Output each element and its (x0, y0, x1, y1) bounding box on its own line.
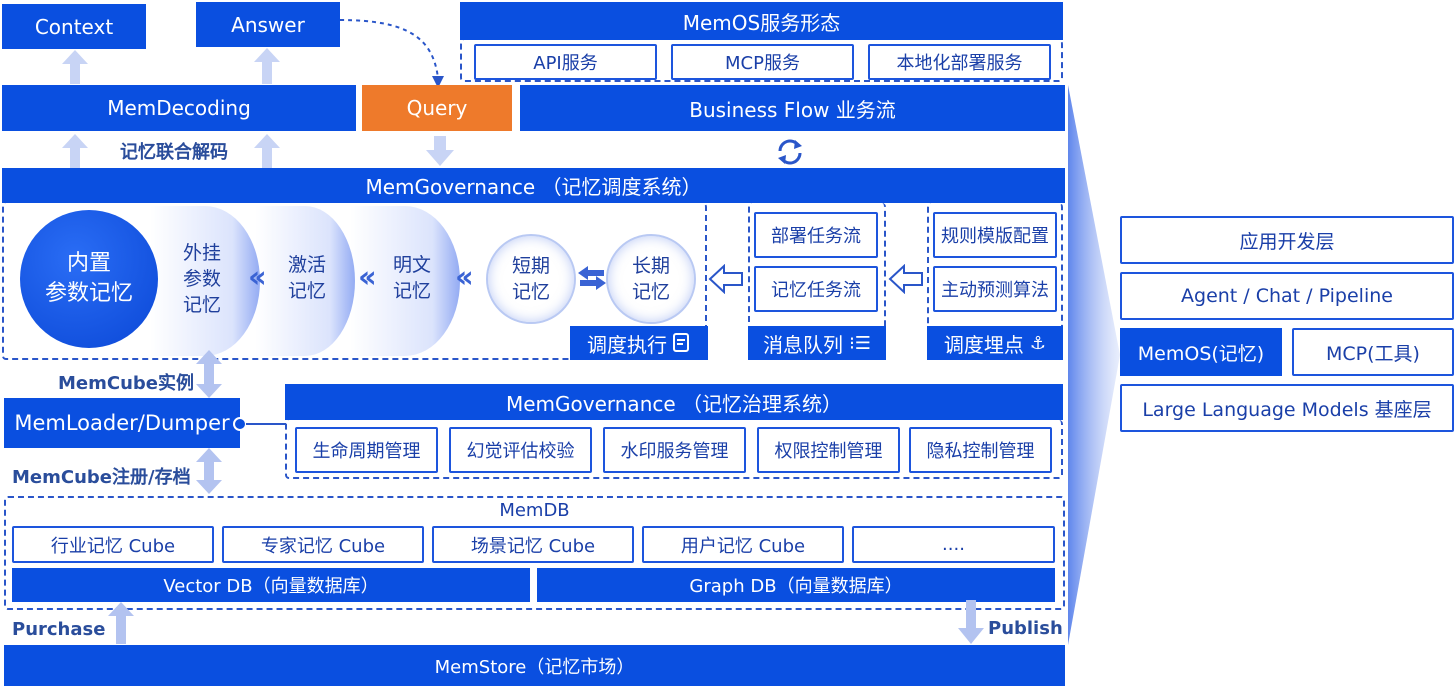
chevron-left-icon: ‹‹ (248, 260, 267, 295)
context-box: Context (2, 4, 146, 49)
permission-mgmt: 权限控制管理 (757, 427, 900, 473)
up-arrow-icon (62, 134, 88, 168)
external-param-memory: 外挂 参数 记忆 (182, 242, 221, 316)
schedule-hook-label: 调度埋点 (943, 332, 1024, 357)
hallucination-check: 幻觉评估校验 (449, 427, 592, 473)
up-arrow-icon (254, 134, 280, 168)
predictive-algorithm: 主动预测算法 (933, 266, 1057, 312)
lifecycle-mgmt: 生命周期管理 (295, 427, 438, 473)
up-arrow-icon (62, 50, 88, 84)
chevron-left-icon: ‹‹ (455, 260, 474, 295)
more-cube: .... (852, 526, 1055, 563)
expand-wedge (1068, 85, 1120, 645)
schedule-hook-box: 调度埋点 ⚓ (927, 326, 1063, 360)
activated-memory: 激活 记忆 (287, 254, 326, 302)
updown-arrow-icon (196, 350, 222, 398)
agent-chat-pipeline: Agent / Chat / Pipeline (1120, 272, 1454, 320)
short-term-memory: 短期 记忆 (486, 234, 576, 324)
rule-template-config: 规则模版配置 (933, 212, 1057, 258)
app-dev-layer: 应用开发层 (1120, 216, 1454, 264)
builtin-param-memory: 内置 参数记忆 (20, 210, 158, 348)
memcube-register-label: MemCube注册/存档 (12, 467, 191, 488)
watermark-mgmt: 水印服务管理 (603, 427, 746, 473)
schedule-exec-label: 调度执行 (587, 332, 667, 357)
memdecoding-box: MemDecoding (2, 85, 356, 131)
anchor-icon: ⚓ (1029, 332, 1047, 354)
memcube-instance-label: MemCube实例 (58, 373, 194, 394)
down-arrow-icon (426, 136, 454, 166)
message-queue-box: 消息队列 ⁝☰ (748, 326, 886, 360)
connector-dot (233, 417, 247, 431)
decode-label: 记忆联合解码 (120, 142, 228, 163)
down-arrow-icon (958, 600, 984, 644)
left-arrow-icon (888, 264, 923, 294)
business-flow-box: Business Flow 业务流 (520, 85, 1065, 131)
updown-arrow-icon (196, 448, 222, 494)
schedule-exec-box: 调度执行 (570, 326, 708, 360)
memloader-box: MemLoader/Dumper (4, 398, 240, 448)
user-cube: 用户记忆 Cube (642, 526, 844, 563)
publish-label: Publish (988, 618, 1063, 639)
service-title: MemOS服务形态 (460, 2, 1063, 40)
memory-task-flow: 记忆任务流 (754, 266, 878, 312)
local-deploy-service: 本地化部署服务 (868, 44, 1051, 80)
mcp-service: MCP服务 (671, 44, 854, 80)
scheduler-title: MemGovernance （记忆调度系统） (2, 168, 1065, 203)
mcp-tool: MCP(工具) (1292, 328, 1454, 376)
answer-query-arrow (339, 19, 444, 88)
expert-cube: 专家记忆 Cube (222, 526, 424, 563)
llm-base-layer: Large Language Models 基座层 (1120, 384, 1454, 432)
list-icon: ⁝☰ (849, 332, 871, 354)
query-box: Query (362, 85, 512, 131)
purchase-label: Purchase (12, 619, 106, 640)
governance-title: MemGovernance （记忆治理系统） (285, 384, 1063, 420)
answer-box: Answer (196, 2, 340, 47)
api-service: API服务 (474, 44, 657, 80)
memdb-title: MemDB (499, 500, 570, 521)
refresh-icon (778, 139, 802, 165)
up-arrow-icon (108, 602, 134, 644)
vector-db: Vector DB（向量数据库） (12, 568, 530, 602)
privacy-mgmt: 隐私控制管理 (909, 427, 1052, 473)
chevron-left-icon: ‹‹ (358, 260, 377, 295)
swap-arrows-icon (578, 266, 606, 290)
memos-memory: MemOS(记忆) (1120, 328, 1282, 376)
deploy-task-flow: 部署任务流 (754, 212, 878, 258)
message-queue-label: 消息队列 (763, 332, 844, 357)
graph-db: Graph DB（向量数据库） (537, 568, 1055, 602)
long-term-memory: 长期 记忆 (606, 234, 696, 324)
industry-cube: 行业记忆 Cube (12, 526, 214, 563)
document-check-icon (673, 333, 689, 352)
connector-line (246, 423, 286, 425)
left-arrow-icon (708, 264, 743, 294)
plaintext-memory: 明文 记忆 (392, 254, 431, 302)
scene-cube: 场景记忆 Cube (432, 526, 634, 563)
memstore-bar: MemStore（记忆市场） (4, 645, 1065, 686)
up-arrow-icon (254, 48, 280, 84)
